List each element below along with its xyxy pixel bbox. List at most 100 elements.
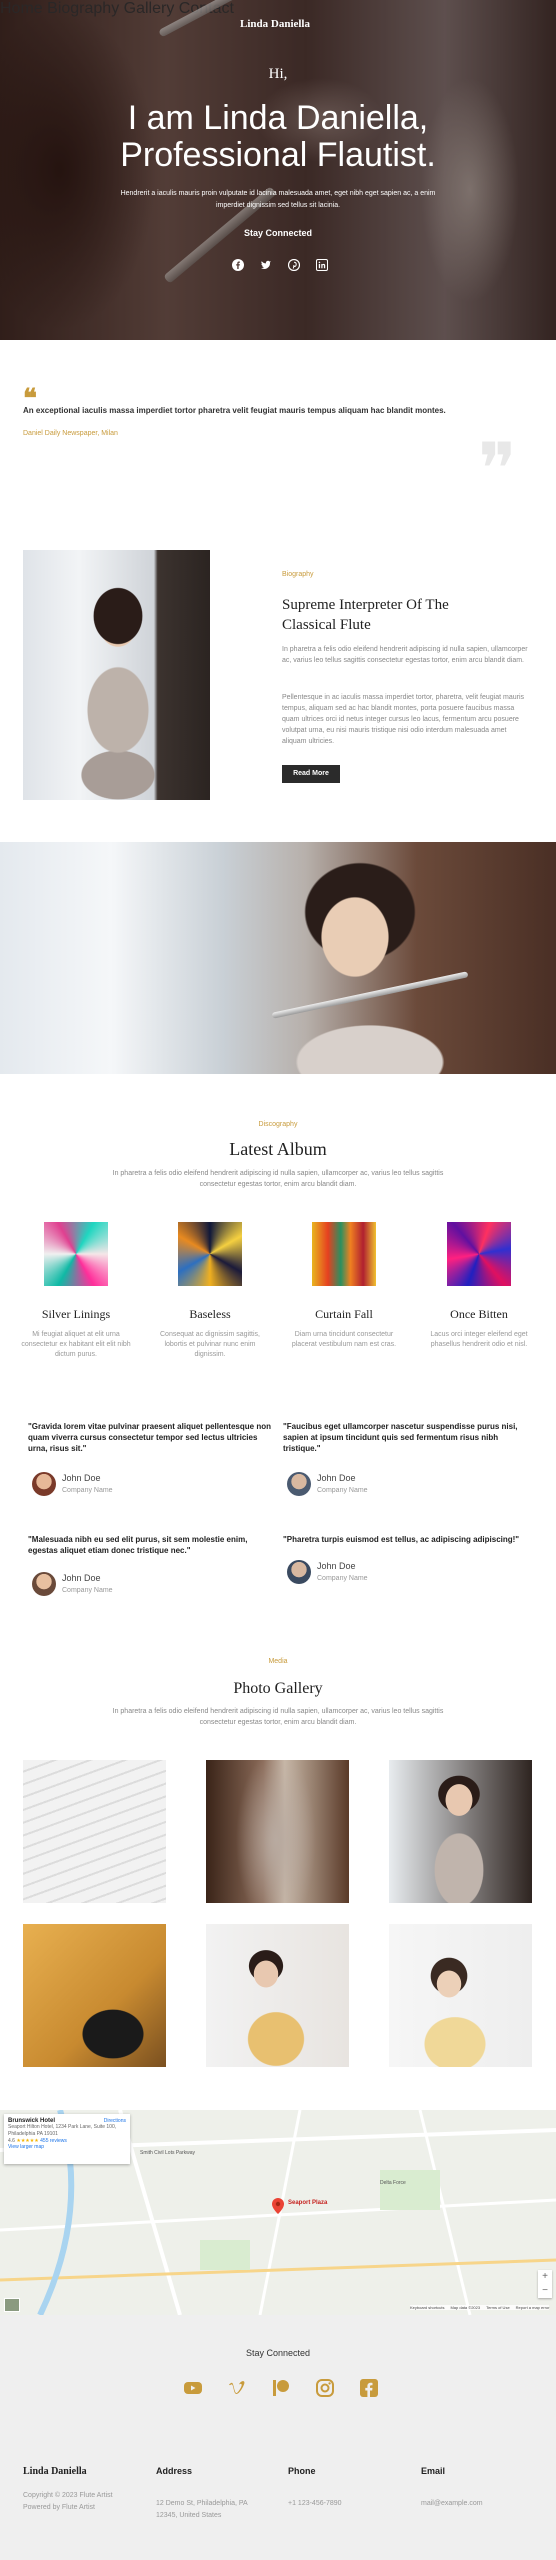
site-logo[interactable]: Linda Daniella [240,18,310,30]
instagram-icon[interactable] [315,2378,335,2398]
footer-email-heading: Email [421,2466,446,2476]
map-zoom-controls: + − [538,2270,552,2298]
gallery-image-playing-flute[interactable] [389,1924,532,2067]
hero-greeting: Hi, [268,66,288,82]
biography-title-line2: Classical Flute [282,617,371,633]
map-label: Delta Force [380,2180,406,2186]
youtube-icon[interactable] [183,2378,203,2398]
map-pin-icon[interactable] [272,2198,284,2219]
testimonial-quote: "Pharetra turpis euismod est tellus, ac … [283,1535,520,1544]
map-place-address: Seaport Hilton Hotel, 1234 Park Lane, Su… [8,2124,117,2137]
vimeo-icon[interactable] [227,2378,247,2398]
discography-eyebrow: Discography [258,1121,298,1128]
hero-title: I am Linda Daniella, Professional Flauti… [0,100,556,174]
hero-social-links [232,258,328,272]
twitter-icon[interactable] [260,258,272,270]
album-title: Curtain Fall [315,1307,373,1321]
gallery-title: Photo Gallery [233,1680,323,1697]
testimonial-name: John Doe [317,1561,356,1571]
keyboard-shortcuts-link[interactable]: Keyboard shortcuts [410,2305,444,2310]
album-cover-silver-linings[interactable] [44,1222,108,1286]
testimonial-quote: "Gravida lorem vitae pulvinar praesent a… [28,1422,271,1453]
album-cover-once-bitten[interactable] [447,1222,511,1286]
zoom-out-icon[interactable]: − [538,2284,552,2298]
discography-title: Latest Album [229,1139,327,1159]
album-description: Diam urna tincidunt consectetur placerat… [291,1331,397,1348]
gallery-image-sequin-dress[interactable] [206,1760,349,1903]
biography-eyebrow: Biography [282,571,314,578]
read-more-button[interactable]: Read More [282,765,340,783]
testimonial-name: John Doe [62,1573,101,1583]
footer-social-links [183,2378,379,2398]
performance-banner-image [0,842,556,1074]
testimonial-role: Company Name [62,1487,113,1494]
album-description: Lacus orci integer eleifend eget phasell… [430,1331,528,1348]
footer-powered-by: Powered by Flute Artist [23,2504,95,2511]
facebook-icon[interactable] [232,258,244,271]
directions-link[interactable]: Directions [104,2118,126,2124]
gallery-image-yellow-sweater[interactable] [206,1924,349,2067]
album-cover-curtain-fall[interactable] [312,1222,376,1286]
hero-title-line1: I am Linda Daniella, [127,99,429,137]
testimonial-role: Company Name [317,1575,368,1582]
testimonial-name: John Doe [62,1473,101,1483]
testimonial-role: Company Name [317,1487,368,1494]
testimonial-quote: "Faucibus eget ullamcorper nascetur susp… [283,1422,518,1453]
album-cover-baseless[interactable] [178,1222,242,1286]
album-title: Once Bitten [450,1307,508,1321]
location-map[interactable]: Brunswick Hotel Seaport Hilton Hotel, 12… [0,2110,556,2315]
footer-brand[interactable]: Linda Daniella [23,2466,87,2477]
quote-close-icon: ❞ [478,430,517,510]
hero-section: Home Biography Linda Daniella Gallery Co… [0,0,556,340]
footer-address-line1: 12 Demo St, Philadelphia, PA [156,2500,248,2507]
footer-phone-heading: Phone [288,2466,316,2476]
discography-text: In pharetra a felis odio eleifend hendre… [112,1170,444,1188]
footer-copyright: Copyright © 2023 Flute Artist [23,2492,113,2499]
biography-title: Supreme Interpreter Of The Classical Flu… [282,595,449,635]
footer-stay-connected: Stay Connected [245,2348,311,2358]
patreon-icon[interactable] [271,2378,291,2398]
album-description: Mi feugiat aliquet at elit urna consecte… [21,1331,131,1358]
album-title: Baseless [189,1307,231,1321]
facebook-icon[interactable] [359,2378,379,2398]
avatar [287,1560,311,1584]
gallery-image-portrait-piano[interactable] [389,1760,532,1903]
footer-address-heading: Address [156,2466,193,2476]
gallery-text: In pharetra a felis odio eleifend hendre… [112,1708,444,1726]
biography-paragraph-2: Pellentesque in ac iaculis massa imperdi… [282,694,525,745]
avatar [32,1572,56,1596]
biography-photo [23,550,210,800]
zoom-in-icon[interactable]: + [538,2270,552,2284]
album-description: Consequat ac dignissim sagittis, loborti… [160,1331,260,1358]
quote-source: Daniel Daily Newspaper, Milan [23,430,118,437]
map-satellite-toggle[interactable] [4,2298,20,2312]
quote-text: An exceptional iaculis massa imperdiet t… [23,406,446,415]
terms-link[interactable]: Terms of Use [486,2305,510,2310]
album-title: Silver Linings [41,1307,111,1321]
testimonial-quote: "Malesuada nibh eu sed elit purus, sit s… [28,1535,248,1555]
footer-address-line2: 12345, United States [156,2512,222,2519]
gallery-image-flute-case[interactable] [23,1924,166,2067]
avatar [32,1472,56,1496]
pinterest-icon[interactable] [287,258,301,272]
footer-email[interactable]: mail@example.com [421,2498,483,2510]
footer-phone[interactable]: +1 123-456-7890 [288,2498,342,2510]
map-label: Smith Civil Lots Parkway [140,2150,196,2156]
map-info-card: Brunswick Hotel Seaport Hilton Hotel, 12… [4,2114,130,2164]
hero-text: Hendrerit a iaculis mauris proin vulputa… [120,190,436,209]
hero-title-line2: Professional Flautist. [120,136,436,174]
gallery-eyebrow: Media [268,1658,288,1665]
map-reviews-link[interactable]: 455 reviews [40,2138,67,2144]
avatar [287,1472,311,1496]
map-pin-label: Seaport Plaza [288,2200,328,2206]
testimonial-name: John Doe [317,1473,356,1483]
map-data-credit: Map data ©2023 [450,2305,481,2310]
linkedin-icon[interactable] [316,258,328,271]
map-footer-links: Keyboard shortcuts Map data ©2023 Terms … [410,2305,550,2310]
report-error-link[interactable]: Report a map error [516,2305,550,2310]
gallery-image-flute-sheet-music[interactable] [23,1760,166,1903]
biography-title-line1: Supreme Interpreter Of The [282,597,449,613]
hero-stay-connected: Stay Connected [243,228,312,238]
view-larger-map-link[interactable]: View larger map [8,2144,126,2150]
testimonial-role: Company Name [62,1587,113,1594]
